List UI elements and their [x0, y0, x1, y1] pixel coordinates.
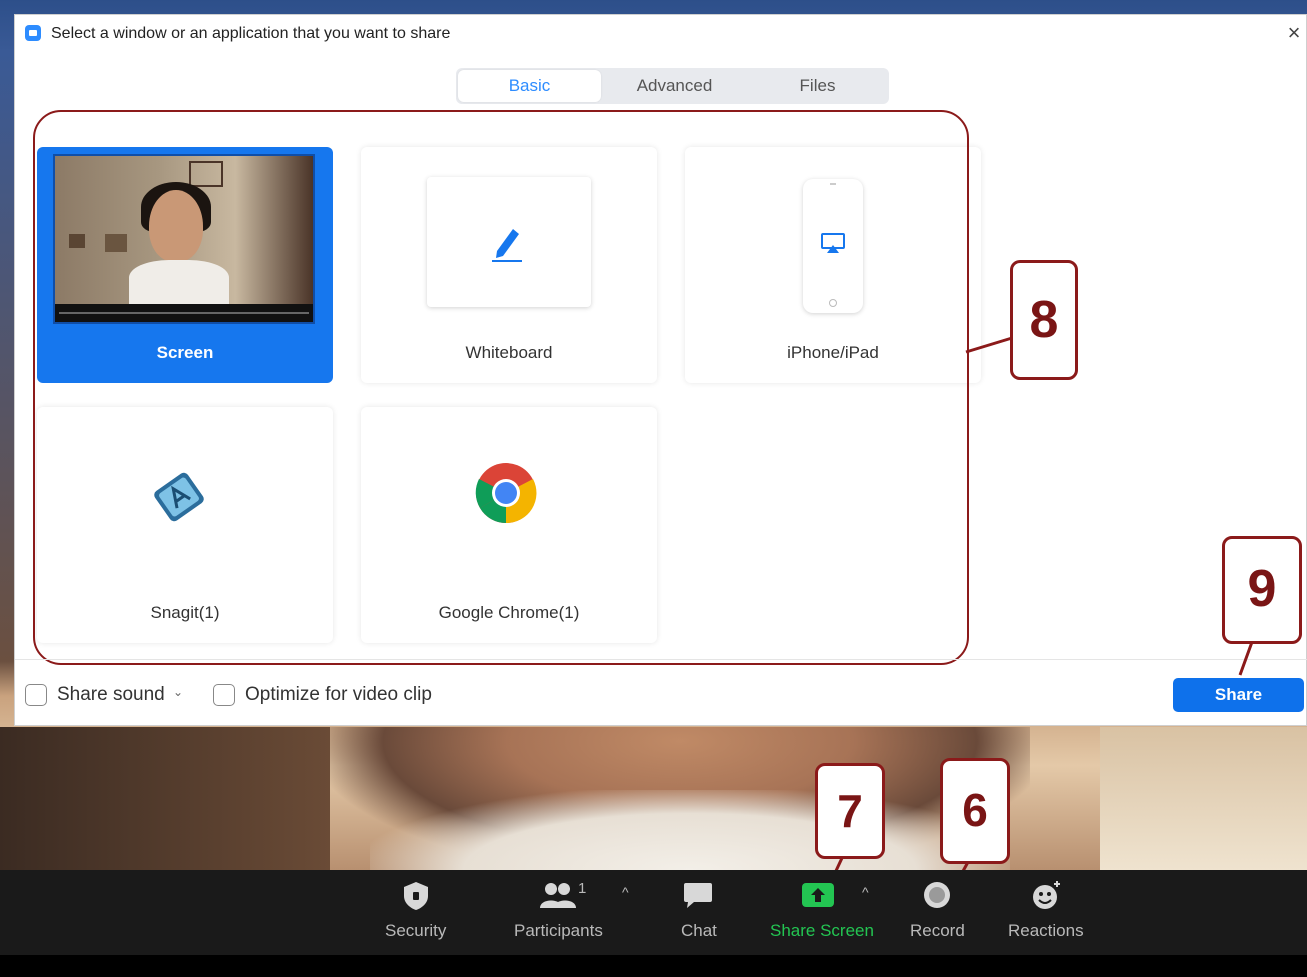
shield-icon[interactable] [396, 878, 436, 912]
reactions-icon[interactable] [1026, 878, 1066, 912]
participants-count: 1 [578, 880, 587, 897]
participants-icon[interactable] [538, 878, 578, 912]
toolbar-reactions-label[interactable]: Reactions [1008, 921, 1084, 941]
toolbar-participants-label[interactable]: Participants [514, 921, 603, 941]
annotation-8: 8 [1010, 260, 1078, 380]
chat-icon[interactable] [678, 878, 718, 912]
toolbar-chat-label[interactable]: Chat [681, 921, 717, 941]
share-screen-icon[interactable] [798, 878, 838, 912]
share-screen-caret-icon[interactable]: ^ [862, 884, 869, 900]
annotation-7: 7 [815, 763, 885, 859]
toolbar-record-label[interactable]: Record [910, 921, 965, 941]
toolbar-security-label[interactable]: Security [385, 921, 446, 941]
toolbar-bottom-strip [0, 955, 1307, 977]
annotation-leaders [826, 336, 1254, 896]
toolbar-share-screen-label[interactable]: Share Screen [770, 921, 874, 941]
participants-caret-icon[interactable]: ^ [622, 884, 629, 900]
annotation-6: 6 [940, 758, 1010, 864]
annotation-9: 9 [1222, 536, 1302, 644]
record-icon[interactable] [917, 878, 957, 912]
